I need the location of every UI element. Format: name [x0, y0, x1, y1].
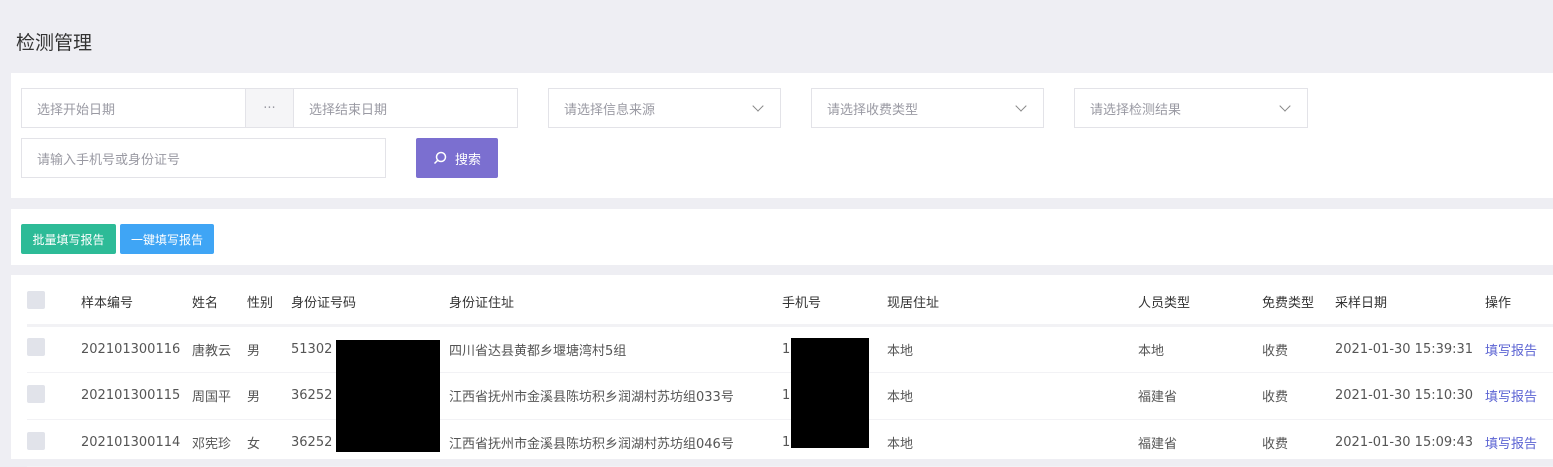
sample-date: 2021-01-30 15:10:30 [1335, 372, 1485, 420]
fill-report-link[interactable]: 填写报告 [1485, 437, 1537, 452]
start-date-input[interactable]: 选择开始日期 [21, 88, 246, 128]
col-date: 采样日期 [1335, 280, 1485, 327]
id-address: 四川省达县黄都乡堰塘湾村5组 [449, 325, 782, 373]
fee-type: 收费 [1262, 325, 1335, 373]
sample-table: 样本编号 姓名 性别 身份证号码 身份证住址 手机号 现居住址 人员类型 免费类… [27, 280, 1553, 467]
chevron-down-icon [1015, 100, 1027, 112]
info-source-placeholder: 请选择信息来源 [564, 102, 656, 118]
sample-date: 2021-01-30 15:39:31 [1335, 325, 1485, 373]
sample-number: 202101300115 [81, 372, 192, 420]
table-row: 202101300115 周国平 男 36252 江西省抚州市金溪县陈坊积乡润湖… [27, 372, 1553, 420]
fee-type-placeholder: 请选择收费类型 [827, 102, 919, 118]
row-checkbox[interactable] [27, 384, 45, 403]
phone-head: 1 [782, 341, 791, 357]
phone-head: 1 [782, 435, 791, 450]
date-range-separator: ··· [245, 88, 294, 128]
fee-type-select[interactable]: 请选择收费类型 [811, 88, 1044, 128]
col-person-type: 人员类型 [1138, 280, 1262, 327]
person-name: 周国平 [192, 372, 247, 420]
col-id-address: 身份证住址 [449, 280, 782, 327]
row-checkbox[interactable] [27, 338, 45, 356]
search-icon [433, 151, 447, 165]
page-title: 检测管理 [16, 32, 93, 54]
gender: 男 [247, 325, 291, 373]
phone-id-input[interactable]: 请输入手机号或身份证号 [21, 138, 386, 178]
fill-report-link[interactable]: 填写报告 [1485, 390, 1537, 405]
col-name: 姓名 [192, 280, 247, 327]
col-fee-type: 免费类型 [1262, 280, 1335, 327]
fill-report-link[interactable]: 填写报告 [1485, 344, 1537, 359]
person-type: 本地 [1138, 325, 1262, 373]
search-label: 搜索 [454, 152, 481, 168]
select-all-checkbox[interactable] [27, 290, 45, 309]
col-sample: 样本编号 [81, 280, 192, 327]
phone-head: 1 [782, 388, 791, 403]
result-select[interactable]: 请选择检测结果 [1074, 88, 1308, 128]
redaction-box [336, 340, 440, 452]
chevron-down-icon [752, 100, 764, 112]
id-address: 江西省抚州市金溪县陈坊积乡润湖村苏坊组033号 [449, 372, 782, 420]
toolbar: 批量填写报告 一键填写报告 [11, 209, 1553, 265]
chevron-down-icon [1279, 100, 1291, 112]
row-checkbox[interactable] [27, 431, 45, 450]
col-action: 操作 [1485, 280, 1553, 327]
end-date-input[interactable]: 选择结束日期 [293, 88, 518, 128]
person-name: 唐教云 [192, 325, 247, 373]
info-source-select[interactable]: 请选择信息来源 [548, 88, 781, 128]
redaction-box [791, 338, 869, 448]
col-phone: 手机号 [782, 280, 887, 327]
col-address: 现居住址 [887, 280, 1138, 327]
batch-fill-report-button[interactable]: 批量填写报告 [21, 224, 116, 254]
col-id: 身份证号码 [291, 280, 449, 327]
gender: 男 [247, 372, 291, 420]
fee-type: 收费 [1262, 372, 1335, 420]
current-address: 本地 [887, 325, 1138, 373]
result-placeholder: 请选择检测结果 [1090, 102, 1182, 118]
oneclick-fill-report-button[interactable]: 一键填写报告 [120, 224, 214, 254]
person-type: 福建省 [1138, 372, 1262, 420]
search-button[interactable]: 搜索 [416, 138, 498, 178]
col-gender: 性别 [247, 280, 291, 327]
filter-panel: 选择开始日期 ··· 选择结束日期 请选择信息来源 请选择收费类型 请选择检测结… [11, 73, 1553, 198]
current-address: 本地 [887, 372, 1138, 420]
table-header-row: 样本编号 姓名 性别 身份证号码 身份证住址 手机号 现居住址 人员类型 免费类… [27, 280, 1553, 327]
table-row: 202101300116 唐教云 男 51302 四川省达县黄都乡堰塘湾村5组 … [27, 325, 1553, 373]
sample-number: 202101300116 [81, 325, 192, 373]
